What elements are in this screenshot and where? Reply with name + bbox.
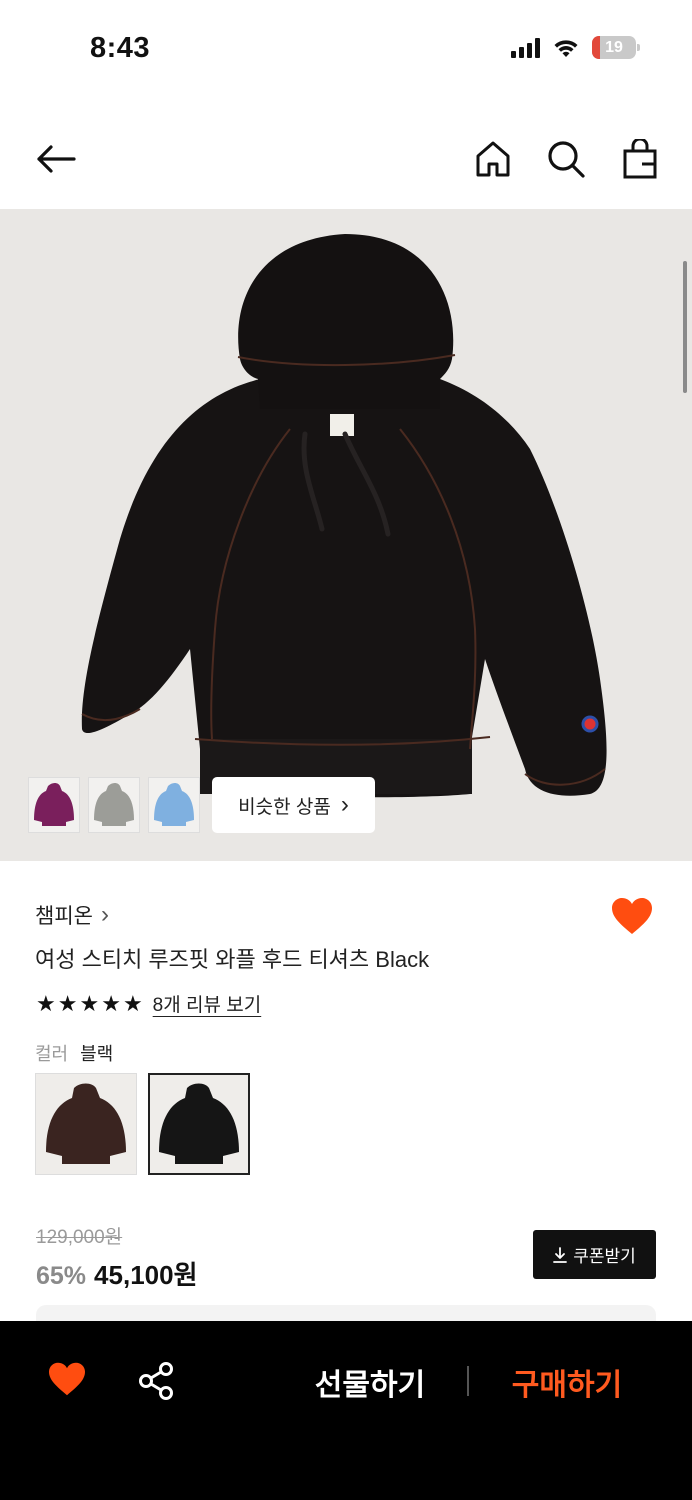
battery-level: 19 <box>605 38 623 56</box>
hoodie-thumb-shape <box>34 783 74 826</box>
color-value: 블랙 <box>80 1044 114 1064</box>
wishlist-button[interactable] <box>610 896 654 940</box>
heart-icon <box>49 1362 85 1396</box>
star-icon: ★ <box>122 990 143 1016</box>
sale-price-row: 65% 45,100원 <box>36 1255 198 1292</box>
color-option-black[interactable] <box>148 1073 250 1175</box>
buy-button[interactable]: 구매하기 <box>497 1359 637 1405</box>
star-icon: ★ <box>79 990 100 1016</box>
rating-row: ★ ★ ★ ★ ★ 8개 리뷰 보기 <box>36 990 261 1017</box>
status-bar: 8:43 19 <box>0 0 692 100</box>
similar-products-button[interactable]: 비슷한 상품 › <box>212 777 375 833</box>
chevron-right-icon: › <box>340 791 349 818</box>
gift-button[interactable]: 선물하기 <box>300 1359 440 1405</box>
reviews-link[interactable]: 8개 리뷰 보기 <box>153 990 262 1017</box>
back-button[interactable] <box>33 136 79 182</box>
color-swatches <box>35 1073 250 1175</box>
divider <box>467 1366 469 1396</box>
similar-product-thumb[interactable] <box>148 777 200 833</box>
rating-stars: ★ ★ ★ ★ ★ <box>36 991 143 1017</box>
hoodie-swatch-image <box>159 1083 239 1164</box>
star-icon: ★ <box>57 990 78 1016</box>
back-arrow-icon <box>37 145 76 173</box>
brand-name: 챔피온 <box>35 905 93 928</box>
sale-price: 45,100원 <box>94 1260 198 1290</box>
color-row: 컬러 블랙 <box>35 1040 113 1066</box>
cart-button[interactable] <box>617 136 663 182</box>
hoodie-thumb-shape <box>154 783 194 826</box>
hoodie-thumb-image <box>94 783 134 826</box>
hoodie-product-image <box>81 234 607 798</box>
home-button[interactable] <box>470 136 516 182</box>
color-label: 컬러 <box>35 1044 69 1064</box>
chevron-right-icon: › <box>100 901 109 928</box>
hoodie-thumb-shape <box>94 783 134 826</box>
similar-products-thumbnails: 비슷한 상품 › <box>28 777 375 833</box>
brand-link[interactable]: 챔피온 › <box>35 900 109 930</box>
hoodie-thumb-image <box>34 783 74 826</box>
share-icon <box>139 1362 173 1400</box>
scroll-indicator[interactable] <box>683 261 687 393</box>
download-icon <box>553 1246 568 1263</box>
cellular-signal-icon <box>511 37 540 58</box>
star-icon: ★ <box>36 990 56 1016</box>
similar-product-thumb[interactable] <box>88 777 140 833</box>
shopping-bag-icon <box>623 139 657 179</box>
home-icon <box>476 141 510 177</box>
similar-product-thumb[interactable] <box>28 777 80 833</box>
search-icon <box>548 141 585 178</box>
wifi-icon <box>554 39 578 57</box>
coupon-label: 쿠폰받기 <box>573 1247 636 1266</box>
hoodie-thumb-image <box>154 783 194 826</box>
status-time: 8:43 <box>90 32 151 64</box>
product-image-gallery[interactable]: 비슷한 상품 › <box>0 209 692 861</box>
color-option-brown[interactable] <box>35 1073 137 1175</box>
similar-products-label: 비슷한 상품 <box>238 796 331 818</box>
wishlist-button-bottom[interactable] <box>47 1361 87 1401</box>
status-icons: 19 <box>511 36 640 59</box>
original-price: 129,000원 <box>36 1227 123 1248</box>
discount-rate: 65% <box>36 1262 87 1290</box>
search-button[interactable] <box>543 136 589 182</box>
bottom-action-bar: 선물하기 구매하기 <box>0 1321 692 1500</box>
top-nav <box>0 120 692 200</box>
star-icon: ★ <box>101 990 121 1016</box>
heart-icon <box>612 898 652 934</box>
hoodie-swatch-image <box>46 1083 126 1164</box>
get-coupon-button[interactable]: 쿠폰받기 <box>533 1230 656 1279</box>
battery-icon: 19 <box>592 36 640 59</box>
product-title: 여성 스티치 루즈핏 와플 후드 티셔츠 Black <box>35 947 430 972</box>
share-button[interactable] <box>137 1361 177 1401</box>
